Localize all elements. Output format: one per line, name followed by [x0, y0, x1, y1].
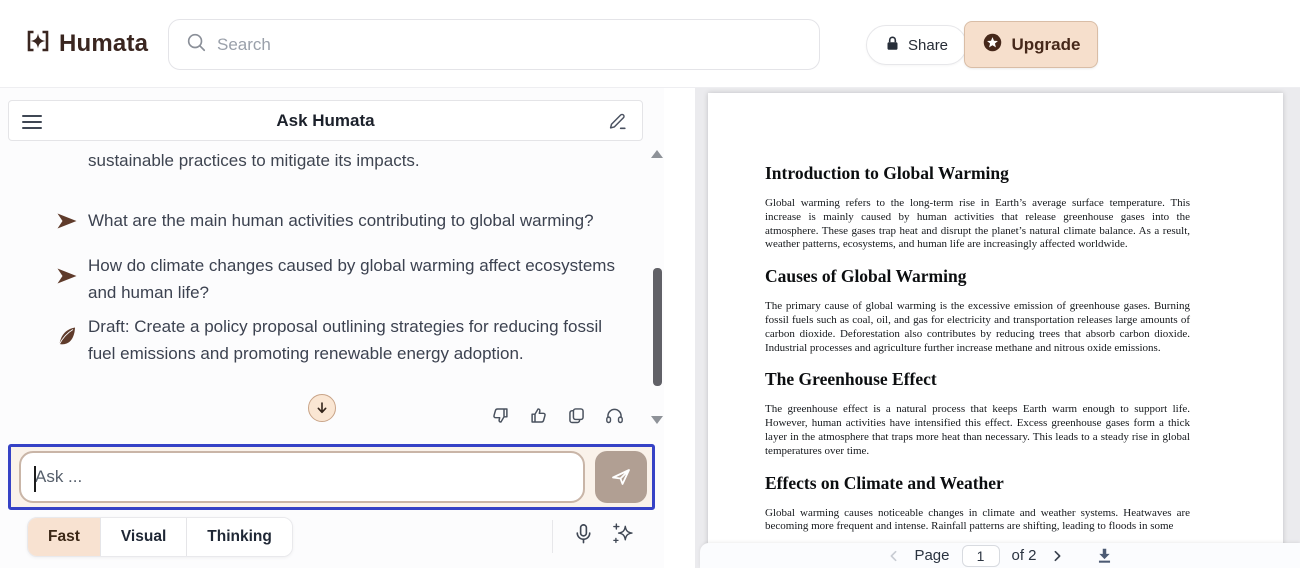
suggested-draft[interactable]: Draft: Create a policy proposal outlinin…	[88, 313, 633, 367]
copy-icon[interactable]	[566, 405, 587, 426]
humata-logo[interactable]: Humata	[24, 27, 148, 60]
chat-scrollbar-thumb[interactable]	[653, 268, 662, 386]
text-caret	[34, 466, 36, 492]
page-label: Page	[914, 547, 950, 564]
logo-text: Humata	[59, 29, 149, 57]
page-navigation-bar: Page of 2	[700, 543, 1300, 568]
page-total-label: of 2	[1011, 547, 1037, 564]
question-arrow-icon	[55, 209, 79, 233]
suggested-question-2[interactable]: How do climate changes caused by global …	[88, 252, 616, 306]
doc-heading: Causes of Global Warming	[765, 266, 967, 287]
upgrade-button[interactable]: Upgrade	[964, 21, 1098, 68]
headphones-icon[interactable]	[604, 405, 625, 426]
doc-heading: Introduction to Global Warming	[765, 163, 1009, 183]
tab-fast[interactable]: Fast	[28, 518, 101, 556]
doc-paragraph: The greenhouse effect is a natural proce…	[765, 403, 1190, 457]
mic-icon[interactable]	[572, 522, 595, 550]
tab-thinking[interactable]: Thinking	[187, 518, 292, 556]
mode-tabs: Fast Visual Thinking	[27, 517, 293, 557]
scroll-to-bottom-button[interactable]	[308, 394, 336, 422]
response-actions	[490, 405, 625, 426]
share-button[interactable]: Share	[866, 25, 968, 65]
upgrade-label: Upgrade	[1011, 34, 1081, 54]
chat-panel: Ask Humata sustainable practices to miti…	[0, 88, 664, 568]
doc-paragraph: Global warming refers to the long-term r…	[765, 197, 1190, 251]
chat-title: Ask Humata	[276, 110, 375, 130]
search-icon	[185, 31, 207, 58]
previous-message-tail: sustainable practices to mitigate its im…	[88, 151, 420, 170]
download-icon[interactable]	[1095, 546, 1114, 565]
pdf-viewer[interactable]: Introduction to Global Warming Global wa…	[695, 88, 1300, 568]
top-header: Humata Share Upgrade	[0, 0, 1300, 88]
edit-icon[interactable]	[606, 110, 630, 134]
thumbs-up-icon[interactable]	[528, 405, 549, 426]
chevron-left-icon[interactable]	[886, 548, 902, 564]
doc-paragraph: The primary cause of global warming is t…	[765, 300, 1190, 354]
ask-input-field[interactable]	[19, 451, 585, 503]
star-circle-icon	[982, 32, 1003, 58]
document-panel: Introduction to Global Warming Global wa…	[664, 88, 1300, 568]
pdf-page: Introduction to Global Warming Global wa…	[708, 93, 1283, 568]
question-arrow-icon	[55, 264, 79, 288]
lock-icon	[885, 35, 900, 56]
send-plane-icon	[612, 469, 630, 485]
doc-heading: The Greenhouse Effect	[765, 369, 937, 390]
chat-header: Ask Humata	[8, 100, 643, 141]
suggested-question-1[interactable]: What are the main human activities contr…	[88, 207, 608, 234]
feather-icon	[55, 324, 79, 348]
scroll-up-arrow-icon[interactable]	[651, 150, 663, 158]
search-bar[interactable]	[168, 19, 820, 70]
doc-paragraph: Global warming causes noticeable changes…	[765, 506, 1190, 533]
down-arrow-icon	[317, 402, 327, 414]
chevron-right-icon[interactable]	[1049, 548, 1065, 564]
humata-logo-icon	[24, 27, 52, 60]
scroll-down-arrow-icon[interactable]	[651, 416, 663, 424]
send-button[interactable]	[595, 451, 647, 503]
page-number-input[interactable]	[961, 544, 1000, 567]
tab-visual[interactable]: Visual	[100, 518, 188, 556]
sparkles-icon[interactable]	[611, 521, 636, 551]
divider	[552, 520, 553, 553]
ask-input[interactable]	[21, 467, 583, 487]
ask-input-annotation-box	[8, 444, 655, 510]
share-label: Share	[908, 36, 949, 54]
doc-heading: Effects on Climate and Weather	[765, 472, 1004, 493]
search-input[interactable]	[217, 34, 803, 55]
thumbs-down-icon[interactable]	[490, 405, 511, 426]
